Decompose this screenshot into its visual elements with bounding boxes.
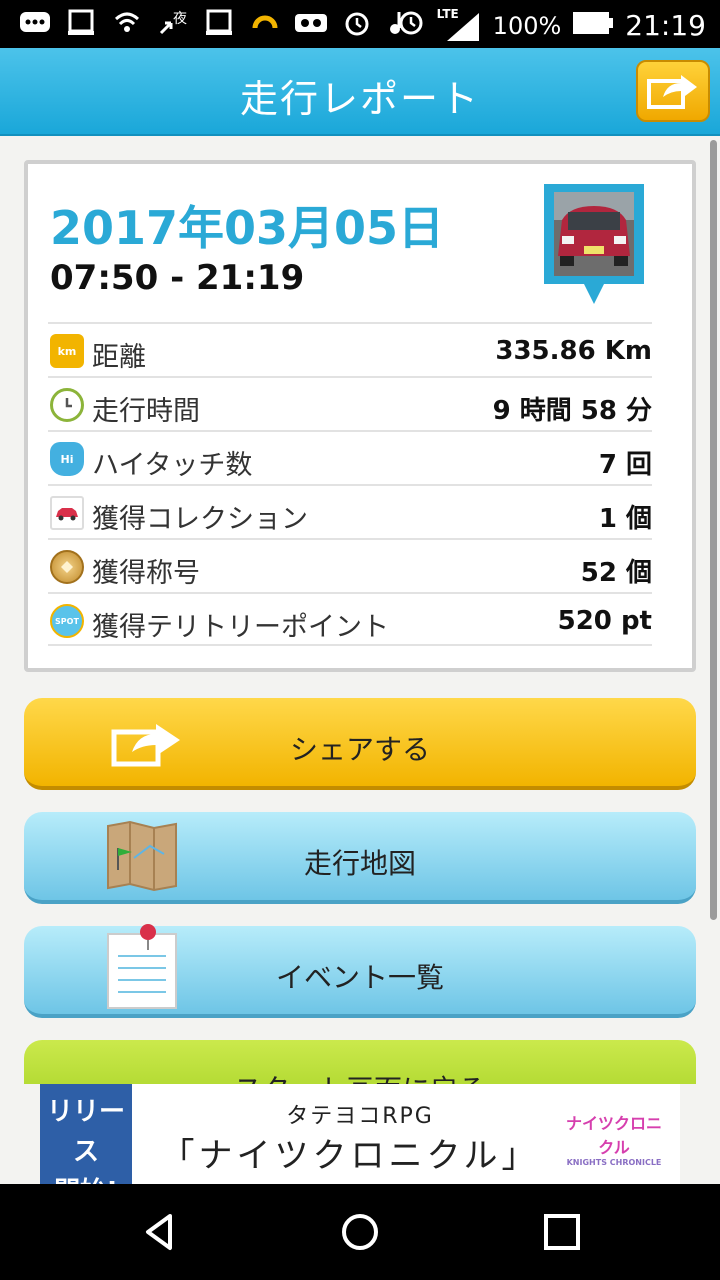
ad-banner[interactable]: リリース 開始! タテヨコRPG 「ナイツクロニクル」 ナイツクロニクル KNI… [0,1084,720,1207]
km-icon-text: km [57,344,77,358]
system-nav-bar [0,1184,720,1280]
alarm-icon [397,8,425,43]
ad-content[interactable]: リリース 開始! タテヨコRPG 「ナイツクロニクル」 ナイツクロニクル KNI… [40,1084,680,1207]
share-icon [647,75,697,109]
hand-icon-text: Hi [60,452,74,466]
headset-icon [248,8,282,38]
ad-logo-subtext: KNIGHTS CHRONICLE [566,1158,662,1167]
clock-icon [50,388,84,422]
stat-value: 520 pt [557,606,652,636]
stat-value: 52 個 [580,558,652,588]
stat-row-titles: 獲得称号 52 個 [48,538,652,592]
stat-value: 7 回 [598,450,652,480]
content-area: 2017年03月05日 07:50 - 21:19 km 距離 335.86 K… [0,136,720,1084]
ad-game-logo: ナイツクロニクル KNIGHTS CHRONICLE [558,1110,670,1167]
scrollbar[interactable] [710,140,717,920]
report-time-range: 07:50 - 21:19 [50,258,305,298]
news-icon [202,8,236,38]
stat-label: 距離 [92,342,146,373]
hand-icon: Hi [50,442,84,476]
back-to-start-button-label: スタート画面に戻る [24,1068,696,1084]
alarm-icon [340,8,374,38]
report-date: 2017年03月05日 [50,201,445,255]
battery-percent: 100% [492,11,562,40]
report-stats: km 距離 335.86 Km 走行時間 9 時間 58 分 Hi ハイタッチ数… [48,322,652,646]
spot-icon: SPOT [50,604,84,638]
home-icon[interactable] [340,1212,380,1252]
drive-map-button[interactable]: 走行地図 [24,812,696,904]
drive-map-button-label: 走行地図 [303,847,416,880]
stat-row-collection: 獲得コレクション 1 個 [48,484,652,538]
stat-value: 335.86 Km [495,336,652,366]
share-top-button[interactable] [636,60,710,122]
app-bar: 走行レポート [0,48,720,136]
ad-subtitle: タテヨコRPG [286,1104,434,1129]
svg-text:夜: 夜 [173,11,187,27]
stat-value: 9 時間 58 分 [492,396,652,426]
recents-icon[interactable] [542,1212,582,1252]
stat-row-territory: SPOT 獲得テリトリーポイント 520 pt [48,592,652,646]
status-right: LTE 100% 21:19 [397,7,706,43]
stat-label: 走行時間 [92,396,200,427]
status-bar: 夜 LTE 100% 21:19 [0,0,720,48]
battery-icon [573,11,614,41]
night-mode-icon: 夜 [156,8,190,38]
stat-value: 1 個 [598,504,652,534]
medal-icon [50,550,84,584]
ad-release-badge: リリース 開始! [40,1084,132,1207]
report-card: 2017年03月05日 07:50 - 21:19 km 距離 335.86 K… [24,160,696,672]
notification-icons: 夜 [18,8,406,38]
km-icon: km [50,334,84,368]
stat-row-high-touch: Hi ハイタッチ数 7 回 [48,430,652,484]
wifi-calling-icon [110,8,144,38]
share-button[interactable]: シェアする [24,698,696,790]
signal-icon: LTE [437,7,481,41]
back-to-start-button[interactable]: スタート画面に戻る [24,1040,696,1084]
event-list-button[interactable]: イベント一覧 [24,924,696,1018]
stat-label: ハイタッチ数 [92,450,253,481]
stat-label: 獲得称号 [92,558,200,589]
back-icon[interactable] [140,1212,180,1252]
clock: 21:19 [625,9,706,42]
stat-row-drive-time: 走行時間 9 時間 58 分 [48,376,652,430]
car-photo-icon [544,184,644,304]
car-icon [50,496,84,530]
vr-icon [294,8,328,38]
event-list-button-label: イベント一覧 [275,961,444,994]
ad-logo-text: ナイツクロニクル [565,1114,662,1157]
ad-badge-line1: リリース [46,1097,125,1167]
stat-label: 獲得テリトリーポイント [92,612,389,643]
news-icon [64,8,98,38]
message-icon [18,8,52,38]
stat-label: 獲得コレクション [92,504,308,535]
ad-title: 「ナイツクロニクル」 [160,1136,540,1176]
stat-row-distance: km 距離 335.86 Km [48,322,652,376]
car-photo-pin[interactable] [540,180,648,310]
spot-icon-text: SPOT [55,616,79,626]
page-title: 走行レポート [239,77,480,121]
share-button-label: シェアする [289,733,430,766]
